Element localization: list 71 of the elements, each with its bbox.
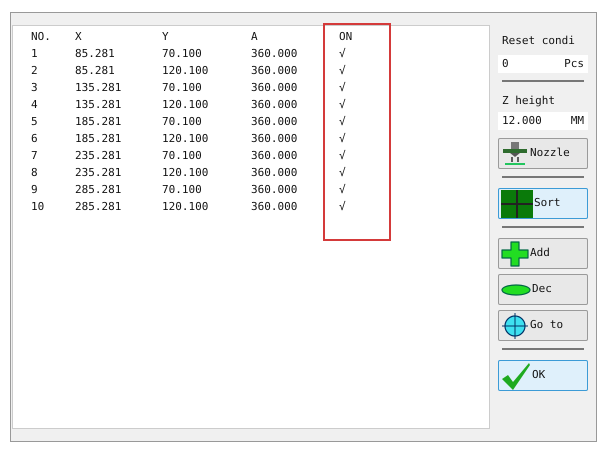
count-field[interactable]: 0 Pcs [498, 55, 588, 73]
table-cell-text: 70.100 [162, 182, 203, 198]
minus-icon [501, 284, 531, 296]
table-cell-text: 120.100 [162, 199, 210, 216]
table-cell-text: 185.281 [75, 114, 122, 130]
table-cell-text: 5 [31, 114, 39, 130]
table-cell-text: 235.281 [75, 148, 122, 164]
table-cell-text: 85.281 [75, 46, 116, 62]
dec-button[interactable]: Dec [498, 274, 588, 305]
table-cell-text: 70.100 [162, 148, 203, 164]
plus-icon [501, 240, 529, 266]
grid-icon [501, 190, 533, 218]
nozzle-button[interactable]: Nozzle [498, 138, 588, 169]
table-cell-text: √ [339, 131, 347, 148]
table-cell-text: 360.000 [251, 131, 298, 148]
table-cell-text: √ [339, 165, 347, 182]
table-cell-text: 70.100 [162, 46, 203, 62]
table-cell-text: 285.281 [75, 182, 122, 198]
table-cell-text: √ [339, 114, 347, 130]
table-cell-text: 360.000 [251, 63, 298, 80]
table-cell-text: 1 [31, 46, 39, 62]
table-cell-text: √ [339, 97, 347, 114]
checkmark-icon [501, 360, 531, 390]
table-cell-text: √ [339, 46, 347, 62]
table-cell-text: 135.281 [75, 97, 122, 114]
table-cell-text: √ [339, 63, 347, 80]
table-cell-text: 120.100 [162, 97, 210, 114]
table-cell-text: 4 [31, 97, 39, 114]
table-cell-text: 7 [31, 148, 39, 164]
table-cell-text: 9 [31, 182, 39, 198]
table-cell-text: 85.281 [75, 63, 116, 80]
table-cell-text: 70.100 [162, 80, 203, 96]
table-cell-text: 360.000 [251, 199, 298, 216]
ok-button[interactable]: OK [498, 360, 588, 391]
height-field[interactable]: 12.000 MM [498, 112, 588, 130]
table-cell-text: 8 [31, 165, 39, 182]
table-cell-text: √ [339, 199, 347, 216]
field-label: Z height [501, 93, 556, 109]
table-cell-text: √ [339, 148, 347, 164]
table-cell-text: 120.100 [162, 131, 210, 148]
table-cell-text: 360.000 [251, 46, 298, 62]
column-header: ON [339, 29, 354, 46]
column-header: NO. [31, 29, 52, 46]
table-cell-text: √ [339, 182, 347, 198]
column-header: Y [162, 29, 170, 46]
table-cell-text: 135.281 [75, 80, 122, 96]
table-cell-text: 360.000 [251, 97, 298, 114]
goto-button[interactable]: Go to [498, 310, 588, 341]
table-cell-text: √ [339, 80, 347, 96]
column-header: X [75, 29, 83, 46]
table-cell-text: 360.000 [251, 114, 298, 130]
table-cell-text: 360.000 [251, 182, 298, 198]
table-cell-text: 360.000 [251, 165, 298, 182]
table-cell-text: 185.281 [75, 131, 122, 148]
table-cell-text: 360.000 [251, 148, 298, 164]
crosshair-icon [501, 312, 529, 340]
table-cell-text: 120.100 [162, 165, 210, 182]
table-cell-text: 10 [31, 199, 46, 216]
table-cell-text: 70.100 [162, 114, 203, 130]
column-header: A [251, 29, 259, 46]
sort-button[interactable]: Sort [498, 188, 588, 219]
table-cell-text: 120.100 [162, 63, 210, 80]
add-button[interactable]: Add [498, 238, 588, 269]
table-cell-text: 2 [31, 63, 39, 80]
table-cell-text: 6 [31, 131, 39, 148]
field-label: Reset condi [501, 33, 576, 49]
nozzle-icon [501, 142, 529, 166]
table-cell-text: 3 [31, 80, 39, 96]
table-cell-text: 360.000 [251, 80, 298, 96]
table-cell-text: 235.281 [75, 165, 122, 182]
table-cell-text: 285.281 [75, 199, 122, 216]
